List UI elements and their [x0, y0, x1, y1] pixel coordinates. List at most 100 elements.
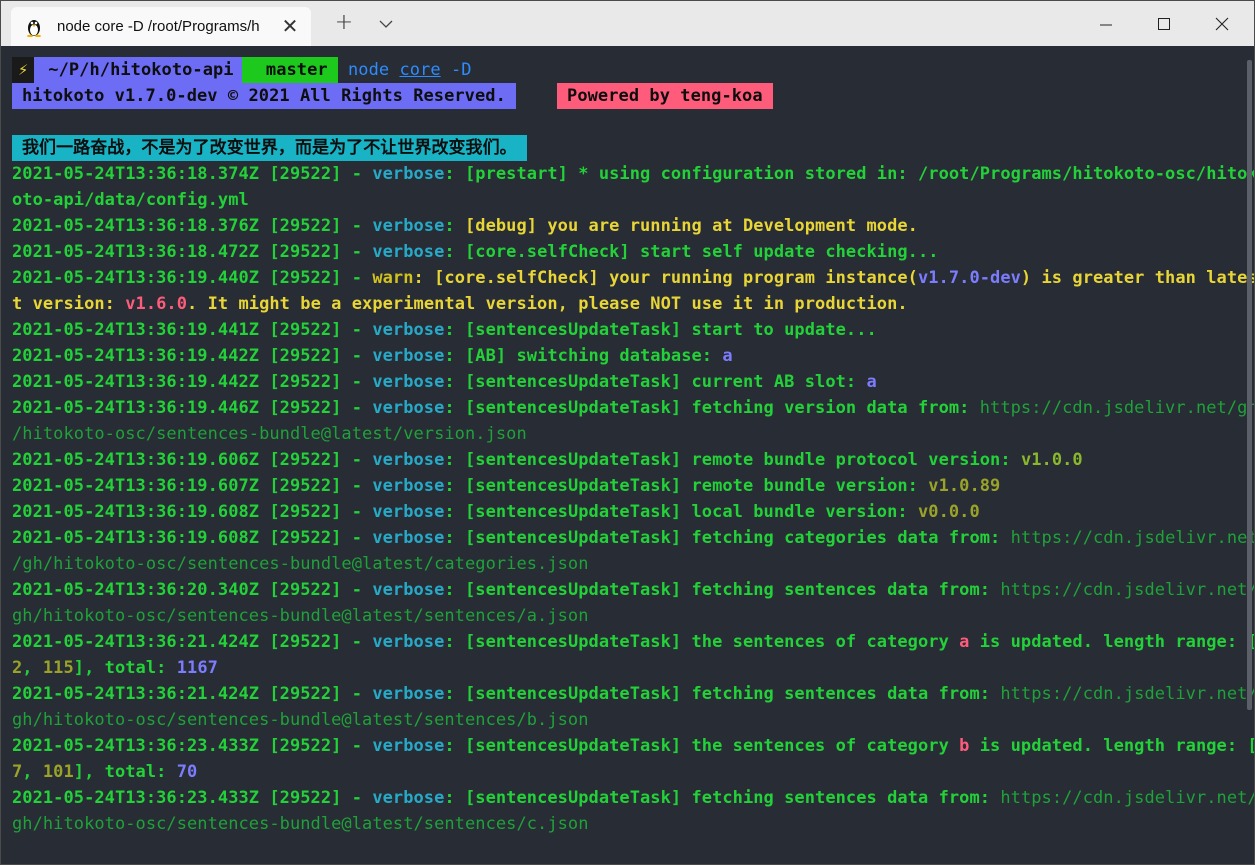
log-text: :	[413, 268, 435, 288]
log-text: 101	[42, 762, 74, 782]
log-line: 2021-05-24T13:36:18.376Z [29522] - verbo…	[12, 213, 918, 239]
log-text: [core.selfCheck] your running program in…	[434, 268, 918, 288]
log-line: 2021-05-24T13:36:19.607Z [29522] - verbo…	[12, 473, 1000, 499]
log-line-wrap: gh/hitokoto-osc/sentences-bundle@latest/…	[12, 603, 589, 629]
log-text: [sentencesUpdateTask] remote bundle prot…	[465, 450, 1021, 470]
url-link[interactable]: https://cdn.jsdelivr.net/	[1000, 684, 1254, 704]
log-text: ) is greater than lates	[1020, 268, 1255, 288]
url-link[interactable]: https://cdn.jsdelivr.net/gh	[980, 398, 1254, 418]
url-link[interactable]: https://cdn.jsdelivr.net/	[1000, 788, 1254, 808]
log-text: :	[444, 736, 465, 756]
log-text: 70	[176, 762, 198, 782]
log-line-wrap: 7, 101], total: 70	[12, 759, 197, 785]
linux-penguin-icon	[27, 20, 41, 37]
log-text: :	[444, 476, 465, 496]
log-text: 2021-05-24T13:36:18.472Z [29522] -	[12, 242, 373, 262]
log-text: 2021-05-24T13:36:21.424Z [29522] -	[12, 632, 373, 652]
prompt-status-segment: ⚡	[12, 57, 35, 83]
url-link[interactable]: /hitokoto-osc/sentences-bundle@latest/ve…	[12, 424, 527, 444]
log-text: 2021-05-24T13:36:19.608Z [29522] -	[12, 502, 373, 522]
log-text: [sentencesUpdateTask] the sentences of c…	[465, 632, 960, 652]
log-line: 2021-05-24T13:36:23.433Z [29522] - verbo…	[12, 785, 1254, 811]
close-icon	[1215, 17, 1229, 31]
scrollbar[interactable]	[1247, 60, 1252, 710]
command-arg-core: core	[399, 60, 441, 80]
log-text: warn	[372, 268, 414, 288]
log-text: 1167	[176, 658, 218, 678]
log-text: :	[444, 242, 465, 262]
log-text: 2021-05-24T13:36:19.442Z [29522] -	[12, 372, 373, 392]
log-text: v0.0.0	[917, 502, 980, 522]
url-link[interactable]: gh/hitokoto-osc/sentences-bundle@latest/…	[12, 710, 589, 730]
log-text: [sentencesUpdateTask] current AB slot:	[465, 372, 867, 392]
log-line-wrap: gh/hitokoto-osc/sentences-bundle@latest/…	[12, 707, 589, 733]
log-line-wrap: oto-api/data/config.yml	[12, 187, 249, 213]
log-text: v1.7.0-dev	[917, 268, 1021, 288]
log-text: :	[444, 528, 465, 548]
maximize-button[interactable]	[1141, 9, 1187, 39]
tab-close-icon[interactable]: ✕	[277, 13, 303, 39]
url-link[interactable]: /gh/hitokoto-osc/sentences-bundle@latest…	[12, 554, 589, 574]
log-text: verbose	[372, 242, 445, 262]
log-line: 2021-05-24T13:36:18.374Z [29522] - verbo…	[12, 161, 1254, 187]
log-text: :	[444, 216, 465, 236]
log-text: ,	[22, 762, 43, 782]
powered-by-banner: Powered by teng-koa	[557, 83, 773, 109]
terminal-output[interactable]: ⚡ ~/P/h/hitokoto-api master node core -D …	[1, 46, 1254, 864]
log-line: 2021-05-24T13:36:18.472Z [29522] - verbo…	[12, 239, 939, 265]
close-window-button[interactable]	[1199, 9, 1245, 39]
log-text: :	[444, 788, 465, 808]
prompt-git-branch-segment: master	[241, 57, 338, 83]
title-bar: node core -D /root/Programs/h ✕ +	[1, 1, 1254, 46]
log-text: a	[959, 632, 970, 652]
log-line-wrap: t version: v1.6.0. It might be a experim…	[12, 291, 908, 317]
log-text: [sentencesUpdateTask] fetching sentences…	[465, 788, 1001, 808]
log-text: 2	[12, 658, 23, 678]
log-text: is updated. length range: [	[969, 736, 1255, 756]
motto-line: 我们一路奋战，不是为了改变世界，而是为了不让世界改变我们。	[12, 135, 527, 161]
log-text: :	[444, 632, 465, 652]
log-text: verbose	[372, 788, 445, 808]
terminal-window: node core -D /root/Programs/h ✕ + ⚡ ~/P/h…	[0, 0, 1255, 865]
log-text: verbose	[372, 320, 445, 340]
minimize-icon	[1100, 24, 1112, 26]
tab-dropdown-button[interactable]	[371, 9, 401, 39]
log-text: 2021-05-24T13:36:19.607Z [29522] -	[12, 476, 373, 496]
log-line: 2021-05-24T13:36:19.442Z [29522] - verbo…	[12, 369, 877, 395]
log-text: 2021-05-24T13:36:23.433Z [29522] -	[12, 788, 373, 808]
log-text: 2021-05-24T13:36:19.441Z [29522] -	[12, 320, 373, 340]
log-text: [sentencesUpdateTask] fetching version d…	[465, 398, 980, 418]
log-text: a	[866, 372, 877, 392]
log-text: 2021-05-24T13:36:19.446Z [29522] -	[12, 398, 373, 418]
log-text: [sentencesUpdateTask] fetching sentences…	[465, 684, 1001, 704]
log-text: verbose	[372, 476, 445, 496]
log-line: 2021-05-24T13:36:21.424Z [29522] - verbo…	[12, 629, 1255, 655]
new-tab-button[interactable]: +	[329, 9, 359, 39]
url-link[interactable]: gh/hitokoto-osc/sentences-bundle@latest/…	[12, 606, 589, 626]
log-text: v1.0.89	[928, 476, 1001, 496]
log-text: [sentencesUpdateTask] fetching categorie…	[465, 528, 1011, 548]
log-text: 2021-05-24T13:36:18.376Z [29522] -	[12, 216, 373, 236]
log-text: :	[444, 450, 465, 470]
log-text: verbose	[372, 528, 445, 548]
log-text: verbose	[372, 736, 445, 756]
log-text: [sentencesUpdateTask] local bundle versi…	[465, 502, 918, 522]
maximize-icon	[1158, 18, 1170, 30]
url-link[interactable]: https://cdn.jsdelivr.net/	[1000, 580, 1254, 600]
log-text: ], total:	[73, 658, 177, 678]
log-text: v1.0.0	[1020, 450, 1083, 470]
log-text: 2021-05-24T13:36:19.442Z [29522] -	[12, 346, 373, 366]
log-text: . It might be a experimental version, pl…	[187, 294, 908, 314]
log-text: is updated. length range: [	[969, 632, 1255, 652]
log-text: verbose	[372, 346, 445, 366]
url-link[interactable]: https://cdn.jsdelivr.net	[1011, 528, 1254, 548]
log-text: t version:	[12, 294, 126, 314]
log-text: verbose	[372, 216, 445, 236]
minimize-button[interactable]	[1083, 9, 1129, 39]
log-text: :	[444, 372, 465, 392]
log-text: :	[444, 346, 465, 366]
url-link[interactable]: gh/hitokoto-osc/sentences-bundle@latest/…	[12, 814, 589, 834]
log-text: 2021-05-24T13:36:20.340Z [29522] -	[12, 580, 373, 600]
tab-active[interactable]: node core -D /root/Programs/h ✕	[11, 7, 311, 46]
log-line: 2021-05-24T13:36:19.442Z [29522] - verbo…	[12, 343, 733, 369]
